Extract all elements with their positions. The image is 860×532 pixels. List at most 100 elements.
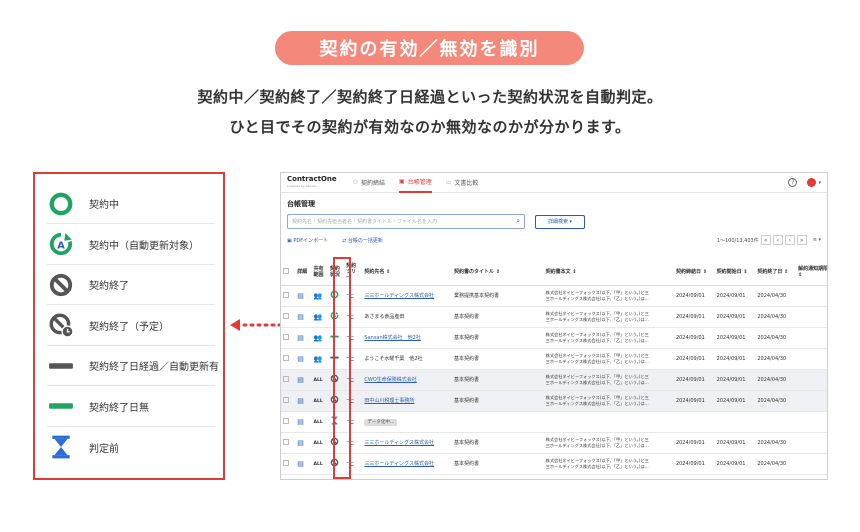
share-all-label: ALL	[313, 419, 323, 425]
nav-tab-1[interactable]: ⚇ 契約締結	[353, 173, 385, 193]
end-date: 2024/04/30	[757, 334, 787, 341]
signed-date: 2024/09/01	[675, 376, 705, 383]
detail-icon[interactable]: ▤	[297, 418, 304, 426]
column-header[interactable]: 契約書のタイトル ⇕	[452, 259, 544, 286]
detail-icon[interactable]: ▤	[297, 397, 304, 405]
table-row[interactable]: ▤ 👥 ⌥ ようこそ水曜千葉 他2社 基本契約書 株式会社ネイビーフォックス(以…	[281, 348, 827, 370]
svg-text:A: A	[57, 240, 65, 251]
first-page-button[interactable]: «	[760, 235, 771, 245]
start-date: 2024/09/01	[716, 376, 746, 383]
row-checkbox[interactable]	[283, 375, 289, 382]
end-date: 2024/04/30	[757, 460, 787, 467]
feature-title-pill: 契約の有効／無効を識別	[275, 31, 584, 65]
column-header[interactable]: 共有範囲	[311, 259, 328, 286]
pdf-import-link[interactable]: ▣ PDFインポート	[287, 237, 328, 244]
company-name[interactable]: CWO生命保険株式会社	[364, 377, 416, 383]
column-settings-icon[interactable]: ≡ ▾	[813, 237, 821, 243]
contract-title: 基本契約書	[454, 461, 480, 467]
app-logo[interactable]: ContractOne powered by Sansan	[287, 175, 337, 190]
column-header[interactable]: 契約開始日 ⇕	[714, 259, 756, 286]
signed-date: 2024/09/01	[675, 355, 705, 362]
chevron-down-icon[interactable]: ▾	[818, 180, 821, 186]
sort-icon[interactable]: ⇕	[386, 269, 390, 275]
legend-label: 契約終了日無	[89, 402, 149, 414]
nav-tab-3[interactable]: ▭ 文書比較	[446, 173, 479, 193]
column-header[interactable]: 契約終了日 ⇕	[755, 259, 797, 286]
row-checkbox[interactable]	[283, 438, 289, 445]
row-checkbox[interactable]	[283, 417, 289, 424]
row-checkbox[interactable]	[283, 291, 289, 298]
contract-title: 業務提携基本契約書	[454, 293, 500, 299]
column-header[interactable]: 詳細	[295, 259, 312, 286]
terminated-icon	[47, 271, 75, 299]
table-row[interactable]: ▤ 👥 ⌥ Sansan株式会社 他2社 基本契約書 株式会社ネイビーフォックス…	[281, 327, 827, 349]
detail-icon[interactable]: ▤	[297, 313, 304, 321]
table-row[interactable]: ▤ ALL ⌥ 三三ホールディングス株式会社 基本契約書 株式会社ネイビーフォッ…	[281, 453, 827, 475]
page-title: 台帳管理	[287, 200, 315, 208]
company-name[interactable]: 三三ホールディングス株式会社	[364, 440, 434, 446]
sort-icon[interactable]: ⇕	[798, 272, 802, 278]
sort-icon[interactable]: ⇕	[703, 269, 707, 275]
start-date: 2024/09/01	[716, 439, 746, 446]
row-checkbox[interactable]	[283, 396, 289, 403]
start-date: 2024/09/01	[716, 397, 746, 404]
detail-icon[interactable]: ▤	[297, 376, 304, 384]
table-row[interactable]: ▤ ALL ⌥ 田中山川税理士事務所 基本契約書 株式会社ネイビーフォックス(以…	[281, 390, 827, 412]
status-column-highlight	[333, 257, 351, 479]
company-name: あさまる食品産田	[364, 314, 405, 320]
prev-page-button[interactable]: ‹	[772, 235, 783, 245]
table-row[interactable]: ▤ ALL ⌥ CWO生命保険株式会社 基本契約書 株式会社ネイビーフォックス(…	[281, 369, 827, 391]
select-all-checkbox[interactable]	[283, 267, 289, 274]
column-header[interactable]: 解約通知期限日 ⇕	[796, 259, 827, 286]
detail-icon[interactable]: ▤	[297, 355, 304, 363]
lead-line-1: 契約中／契約終了／契約終了日経過といった契約状況を自動判定。	[197, 88, 663, 106]
contract-body-line-2: 三ホールディングス株式会社(以下、「乙」という。)は…	[545, 442, 649, 448]
advanced-search-button[interactable]: 詳細検索 ▾	[535, 214, 585, 229]
company-name[interactable]: 田中山川税理士事務所	[364, 398, 414, 404]
contracts-table: 詳細 共有範囲 契約状況 契約ツリー 契約先名 ⇕ 契約書のタイトル ⇕ 契約書本文 ⇕ 契約…	[281, 259, 827, 475]
contract-body-line-1: 株式会社ネイビーフォックス(以下、「甲」という。)と三	[545, 310, 649, 316]
row-checkbox[interactable]	[283, 333, 289, 340]
legend-label: 契約中	[89, 200, 119, 211]
next-page-button[interactable]: ›	[784, 235, 795, 245]
company-name[interactable]: Sansan株式会社 他2社	[364, 335, 420, 341]
share-all-label: ALL	[313, 377, 323, 383]
start-date: 2024/09/01	[716, 355, 746, 362]
sort-icon[interactable]: ⇕	[743, 269, 747, 275]
sort-icon[interactable]: ⇕	[784, 269, 788, 275]
column-header[interactable]: 契約書本文 ⇕	[543, 259, 674, 286]
detail-icon[interactable]: ▤	[297, 439, 304, 447]
avatar[interactable]	[807, 178, 817, 187]
column-header[interactable]: 契約先名 ⇕	[362, 259, 452, 286]
start-date: 2024/09/01	[716, 334, 746, 341]
nav-tab-2[interactable]: ▣ 台帳管理	[399, 173, 432, 193]
end-date: 2024/04/30	[757, 397, 787, 404]
company-name[interactable]: 三三ホールディングス株式会社	[364, 293, 434, 299]
search-icon[interactable]: ⌕	[516, 217, 520, 226]
sort-icon[interactable]: ⇕	[496, 269, 500, 275]
bulk-update-link[interactable]: ⇄ 台帳の一括更新	[342, 237, 383, 244]
row-checkbox[interactable]	[283, 354, 289, 361]
contract-title: 基本契約書	[454, 377, 480, 383]
column-header[interactable]: 契約締結日 ⇕	[673, 259, 715, 286]
row-checkbox[interactable]	[283, 459, 289, 466]
detail-icon[interactable]: ▤	[297, 460, 304, 468]
end-date: 2024/04/30	[757, 439, 787, 446]
top-navigation: ContractOne powered by Sansan ⚇ 契約締結 ▣ 台帳管理 ▭…	[281, 173, 827, 193]
detail-icon[interactable]: ▤	[297, 334, 304, 342]
sort-icon[interactable]: ⇕	[572, 269, 576, 275]
search-input[interactable]: 契約先名・契約先担当者名・契約書タイトル・ファイル名を入力 ⌕	[287, 214, 525, 229]
table-row[interactable]: ▤ 👥 ⌥ 三三ホールディングス株式会社 業務提携基本契約書 株式会社ネイビーフ…	[281, 285, 827, 307]
table-row[interactable]: ▤ ALL ⌥ データ化中…	[281, 411, 827, 433]
company-name[interactable]: 三三ホールディングス株式会社	[364, 461, 434, 467]
status-legend: 契約中 A 契約中（自動更新対象） 契約終了 契約終了（予定） 契約終了日経過／自動更新有…	[33, 172, 225, 480]
last-page-button[interactable]: »	[796, 235, 807, 245]
help-icon[interactable]: ?	[788, 178, 798, 187]
row-checkbox[interactable]	[283, 312, 289, 319]
detail-icon[interactable]: ▤	[297, 292, 304, 300]
signed-date: 2024/09/01	[675, 334, 705, 341]
table-row[interactable]: ▤ ALL ⌥ 三三ホールディングス株式会社 基本契約書 株式会社ネイビーフォッ…	[281, 432, 827, 454]
active-circle-icon	[47, 190, 75, 218]
start-date: 2024/09/01	[716, 313, 746, 320]
table-row[interactable]: ▤ 👥 A ⌥ あさまる食品産田 基本契約書 株式会社ネイビーフォックス(以下、…	[281, 306, 827, 328]
